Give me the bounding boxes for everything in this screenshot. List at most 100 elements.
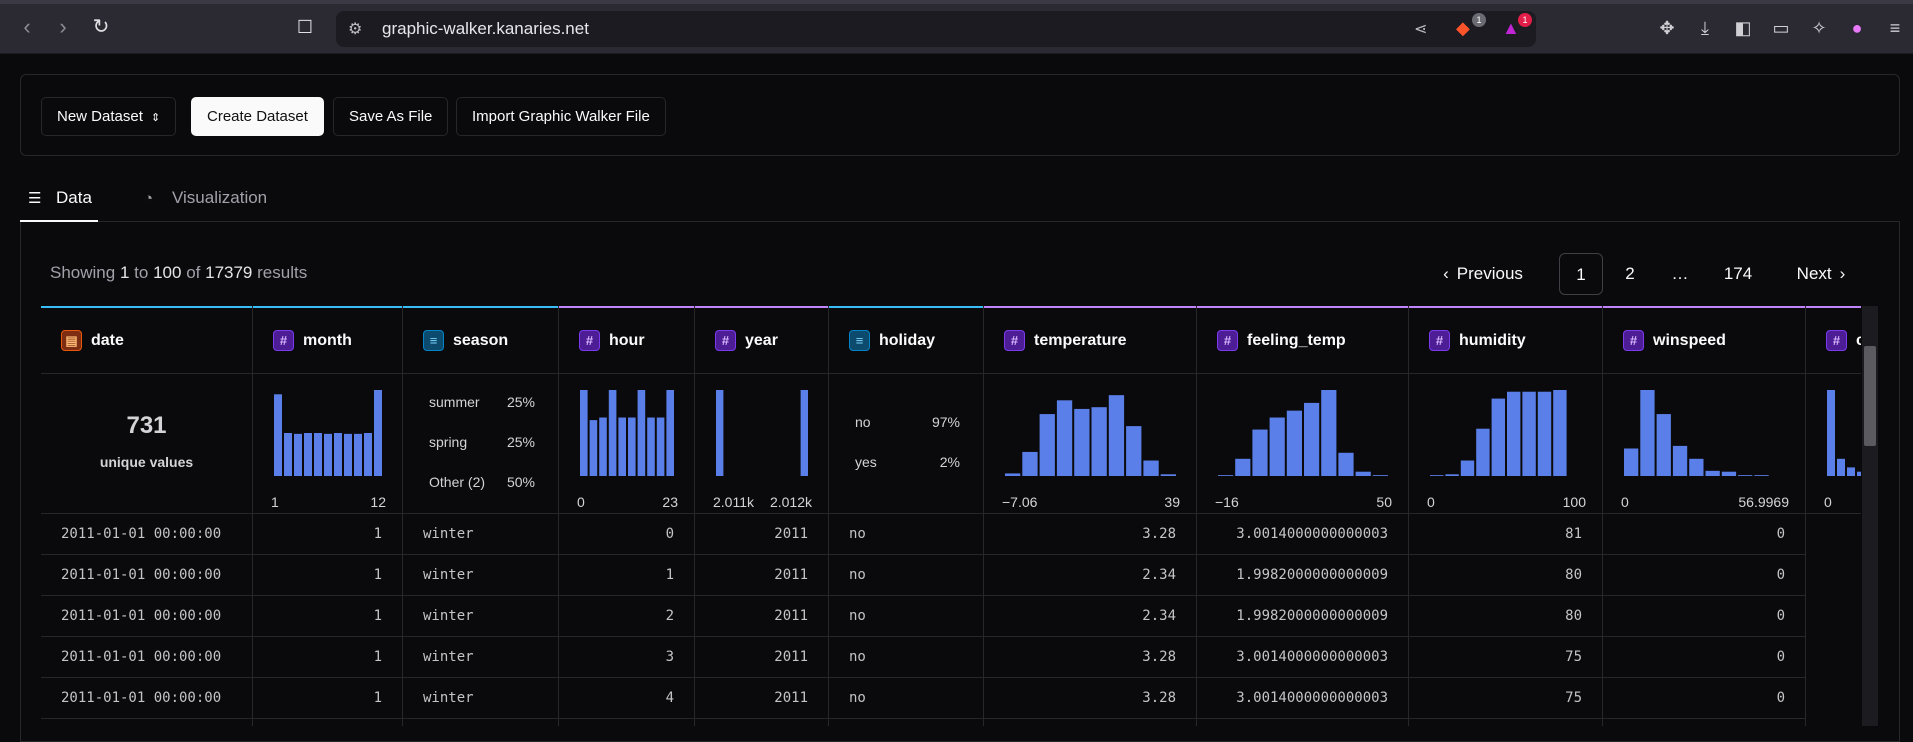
- column-name: date: [91, 332, 124, 349]
- category-percent: 25%: [506, 394, 535, 410]
- save-as-file-button[interactable]: Save As File: [333, 97, 449, 136]
- next-label: Next: [1796, 264, 1832, 283]
- tab-visualization[interactable]: ◔ Visualization: [144, 180, 267, 222]
- tab-data-label: Data: [56, 188, 92, 207]
- column-summary: 0: [1806, 374, 1861, 514]
- column-name: month: [303, 332, 352, 349]
- back-icon[interactable]: ‹: [14, 14, 40, 40]
- rewards-count-badge: 1: [1518, 13, 1532, 27]
- bookmark-icon[interactable]: ☐: [292, 14, 318, 40]
- histogram-bar: [628, 417, 636, 476]
- dataset-select[interactable]: New Dataset ⇕: [41, 97, 177, 136]
- histogram-bar: [1754, 475, 1769, 476]
- create-dataset-button[interactable]: Create Dataset: [191, 97, 324, 136]
- histogram-bar: [608, 390, 617, 476]
- histogram: [1623, 390, 1786, 476]
- histogram: [579, 390, 675, 476]
- table-cell: 0: [1603, 637, 1805, 678]
- number-type-icon: #: [1826, 330, 1847, 351]
- table-cell: 3.28: [984, 637, 1196, 678]
- histogram-bar: [1005, 473, 1021, 476]
- page-2-button[interactable]: 2: [1608, 253, 1652, 295]
- column-header[interactable]: # winspeed: [1603, 308, 1805, 374]
- table-cell: 2011-01-01 00:00:00: [41, 555, 252, 596]
- profile-avatar-icon[interactable]: ●: [1846, 17, 1868, 39]
- brave-shields-icon[interactable]: ◆: [1456, 18, 1470, 39]
- table-cell: 2011-01-01 00:00:00: [41, 596, 252, 637]
- table-cell: 3.28: [984, 514, 1196, 555]
- table-cell: winter: [403, 637, 558, 678]
- column-month: # month 1 12 1 1 1 1 1: [253, 306, 403, 726]
- column-header[interactable]: ▤ date: [41, 308, 252, 374]
- column-header[interactable]: # hour: [559, 308, 694, 374]
- page-174-button[interactable]: 174: [1714, 253, 1762, 295]
- column-header[interactable]: # month: [253, 308, 402, 374]
- sidebar-icon[interactable]: ◧: [1732, 17, 1754, 39]
- column-header[interactable]: ≡ season: [403, 308, 558, 374]
- histogram-bar: [1372, 475, 1388, 476]
- column-header[interactable]: # temperature: [984, 308, 1196, 374]
- previous-page-button[interactable]: ‹ Previous: [1430, 253, 1536, 295]
- column-header[interactable]: # year: [695, 308, 828, 374]
- table-cell: 0: [1603, 555, 1805, 596]
- column-name: feeling_temp: [1247, 332, 1346, 349]
- column-humidity: # humidity 0 100 81 80 80 75 75: [1409, 306, 1603, 726]
- share-icon[interactable]: ⋖: [1414, 19, 1427, 39]
- site-settings-icon[interactable]: ⚙: [348, 19, 362, 39]
- column-name: hour: [609, 332, 645, 349]
- url-text[interactable]: graphic-walker.kanaries.net: [382, 19, 589, 39]
- table-cell: 2011: [695, 514, 828, 555]
- histogram-bar: [314, 433, 322, 476]
- table-cell: 80: [1409, 555, 1602, 596]
- histogram-bar: [1672, 445, 1688, 476]
- column-header[interactable]: # ca: [1806, 308, 1861, 374]
- column-date: ▤ date 731 unique values 2011-01-01 00:00:00…: [41, 306, 253, 726]
- table-cell: 75: [1409, 637, 1602, 678]
- unique-count: 731: [126, 412, 167, 439]
- histogram-bar: [374, 390, 382, 476]
- results-to: 100: [153, 263, 182, 282]
- column-header[interactable]: # feeling_temp: [1197, 308, 1408, 374]
- table-cell: 2.34: [984, 596, 1196, 637]
- menu-icon[interactable]: ≡: [1884, 17, 1906, 39]
- reload-icon[interactable]: ↻: [88, 14, 114, 40]
- number-type-icon: #: [1429, 330, 1450, 351]
- downloads-icon[interactable]: ⤓: [1694, 17, 1716, 39]
- table-cell: winter: [403, 596, 558, 637]
- table-scrollbar[interactable]: [1862, 306, 1878, 726]
- forward-icon[interactable]: ›: [50, 14, 76, 40]
- chevron-left-icon: ‹: [1443, 264, 1449, 283]
- histogram-bar: [1507, 391, 1521, 476]
- page-1-button[interactable]: 1: [1559, 253, 1603, 295]
- leo-ai-icon[interactable]: ✧: [1808, 17, 1830, 39]
- histogram-bar: [589, 420, 598, 476]
- histogram-bar: [1827, 390, 1835, 476]
- histogram-bar: [1553, 390, 1567, 476]
- histogram-svg: [716, 390, 808, 476]
- category-percent: 50%: [506, 474, 535, 490]
- table-cell: 3.0014000000000003: [1197, 637, 1408, 678]
- extensions-icon[interactable]: ✥: [1656, 17, 1678, 39]
- import-file-button[interactable]: Import Graphic Walker File: [456, 97, 666, 136]
- wallet-icon[interactable]: ▭: [1770, 17, 1792, 39]
- histogram-min-label: 2.011k: [713, 494, 754, 510]
- histogram: [1429, 390, 1583, 476]
- column-header[interactable]: # humidity: [1409, 308, 1602, 374]
- tab-data[interactable]: ☰ Data: [20, 180, 98, 222]
- category-percent: 97%: [931, 414, 960, 430]
- column-name: temperature: [1034, 332, 1127, 349]
- category-label: yes: [855, 454, 877, 470]
- category-type-icon: ≡: [849, 330, 870, 351]
- next-page-button[interactable]: Next ›: [1782, 253, 1860, 295]
- table-cell: 1.9982000000000009: [1197, 555, 1408, 596]
- column-name: humidity: [1459, 332, 1526, 349]
- histogram-bar: [294, 433, 302, 476]
- number-type-icon: #: [273, 330, 294, 351]
- histogram-bar: [1738, 475, 1753, 476]
- column-summary: 1 12: [253, 374, 402, 514]
- address-bar[interactable]: ⚙ graphic-walker.kanaries.net ⋖ ◆ 1 ▲ 1: [336, 11, 1536, 47]
- column-header[interactable]: ≡ holiday: [829, 308, 983, 374]
- results-of-word: of: [186, 263, 201, 282]
- histogram-bar: [1108, 395, 1125, 476]
- scroll-thumb[interactable]: [1864, 346, 1876, 446]
